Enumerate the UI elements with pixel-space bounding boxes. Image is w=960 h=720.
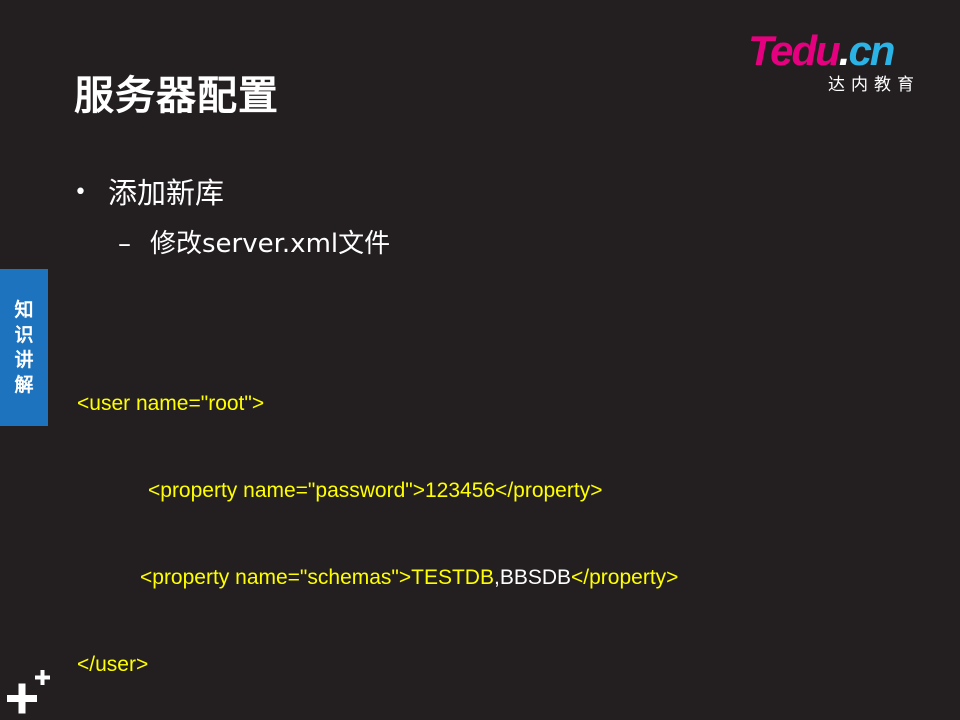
- sub-bullet-item: – 修改server.xml文件: [118, 224, 390, 264]
- logo-subtitle: 达内教育: [828, 75, 920, 95]
- sub-bullet-text: 修改server.xml文件: [150, 229, 391, 259]
- logo-letter-t: T: [748, 27, 772, 74]
- logo-dot: .: [838, 27, 851, 74]
- tedu-logo: Tedu.cn 达内教育: [748, 28, 938, 100]
- side-tab-char: 识: [14, 323, 34, 346]
- logo-wordmark: Tedu.cn: [748, 27, 895, 74]
- slide-title: 服务器配置: [74, 73, 279, 119]
- knowledge-tab: 知 识 讲 解: [0, 269, 48, 426]
- side-tab-char: 知: [14, 298, 34, 321]
- logo-cn: cn: [848, 27, 895, 74]
- code-schemas-close: </property>: [571, 566, 679, 589]
- code-line-password: <property name="password">123456</proper…: [148, 479, 603, 502]
- bullet-marker: •: [74, 180, 87, 205]
- code-line-schemas: <property name="schemas">TESTDB,BBSDB</p…: [77, 563, 678, 592]
- slide: 服务器配置 Tedu.cn 达内教育 • 添加新库 – 修改server.xml文件…: [0, 0, 960, 720]
- code-block: <user name="root"> <property name="passw…: [77, 331, 678, 720]
- side-tab-char: 解: [14, 373, 34, 396]
- side-tab-char: 讲: [14, 348, 34, 371]
- code-schemas-open: <property name="schemas">: [140, 566, 412, 589]
- code-schemas-value-b: BBSDB: [499, 566, 572, 589]
- plus-cluster-icon: [7, 670, 50, 714]
- code-schemas-value-a: TESTDB: [411, 566, 494, 589]
- logo-edu: edu: [770, 27, 841, 74]
- sub-bullet-marker: –: [118, 229, 131, 259]
- code-line-user-close: </user>: [77, 653, 149, 676]
- bullet-text: 添加新库: [108, 176, 225, 210]
- bullet-item: • 添加新库: [74, 172, 224, 214]
- code-line-user-open: <user name="root">: [77, 392, 265, 415]
